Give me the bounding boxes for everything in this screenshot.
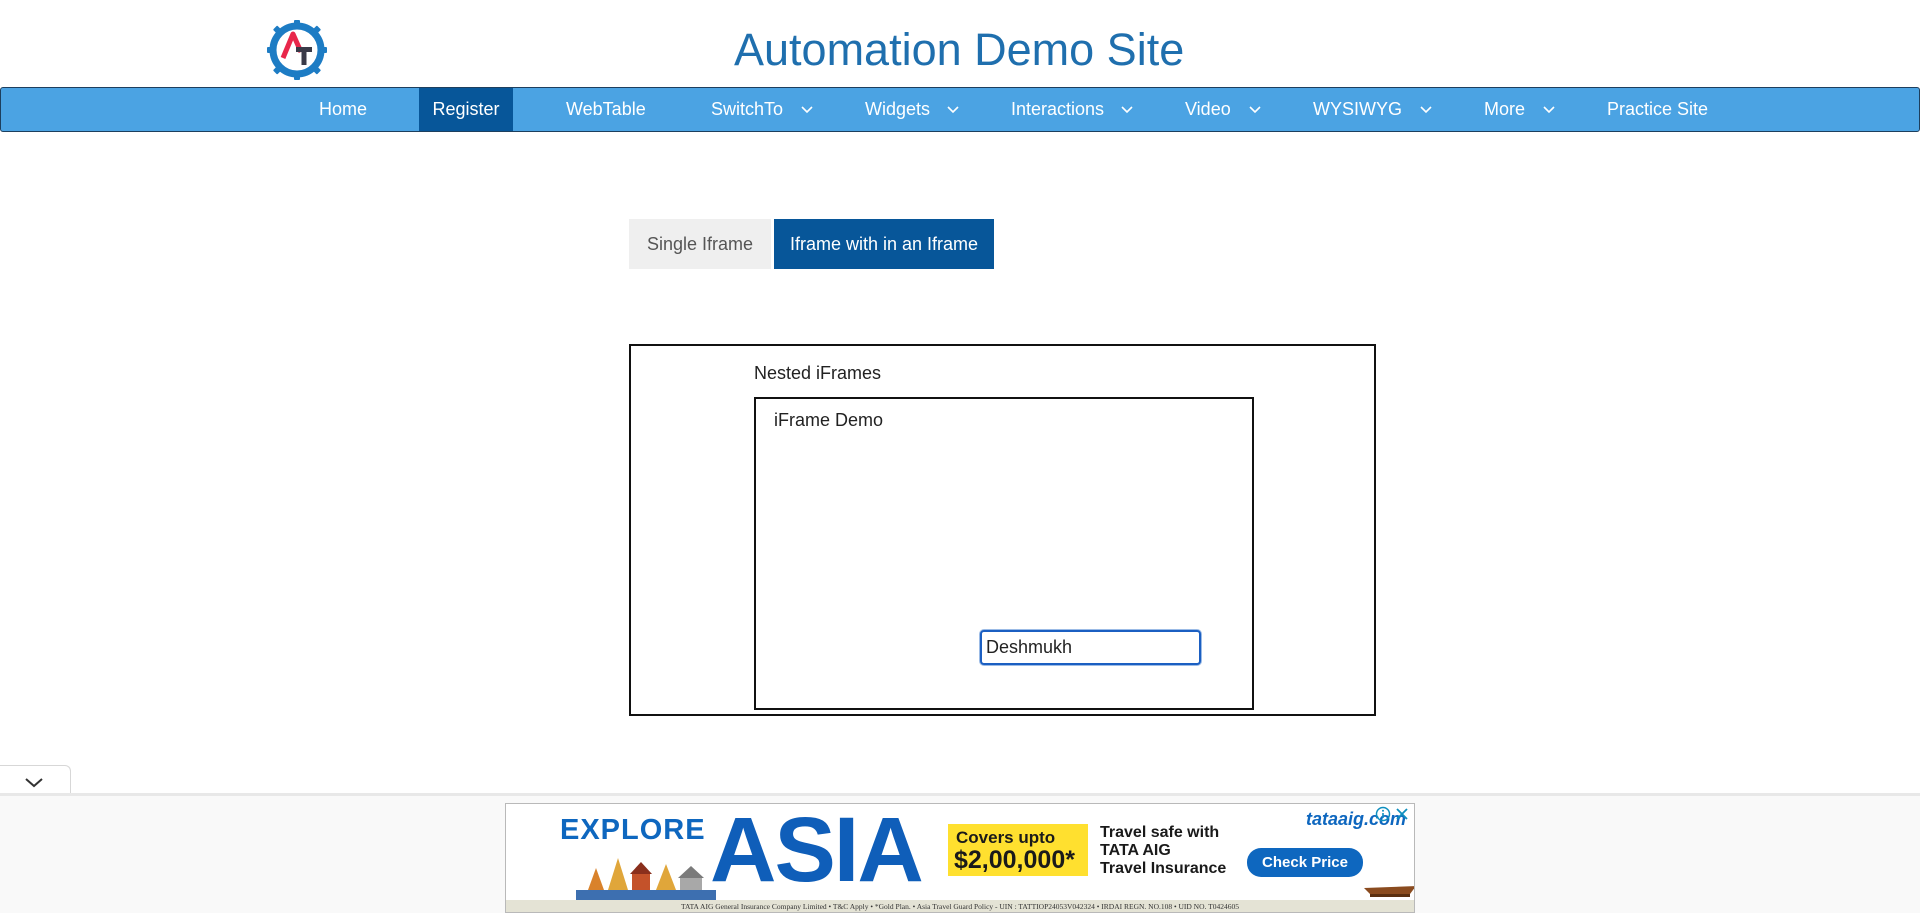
ad-headline-small: EXPLORE bbox=[560, 814, 706, 846]
site-title: Automation Demo Site bbox=[734, 24, 1185, 75]
tab-single-iframe[interactable]: Single Iframe bbox=[629, 219, 771, 269]
nav-register[interactable]: Register bbox=[419, 88, 513, 131]
info-icon[interactable] bbox=[1375, 806, 1391, 822]
tab-iframe-within-iframe[interactable]: Iframe with in an Iframe bbox=[774, 219, 994, 269]
chevron-down-icon[interactable] bbox=[946, 88, 960, 131]
ad-travel-line-2: TATA AIG bbox=[1100, 842, 1171, 859]
site-header: Automation Demo Site bbox=[0, 0, 1920, 87]
ad-brand[interactable]: tataaig.com bbox=[1306, 809, 1406, 830]
boat-illustration-icon bbox=[1364, 886, 1414, 897]
ad-covers-label: Covers upto bbox=[956, 828, 1056, 847]
outer-iframe-heading: Nested iFrames bbox=[754, 363, 882, 383]
iframe-text-input[interactable] bbox=[980, 630, 1201, 665]
nav-switchto[interactable]: SwitchTo bbox=[711, 88, 783, 131]
ad-check-price-button[interactable]: Check Price bbox=[1247, 848, 1363, 877]
nav-practice-site[interactable]: Practice Site bbox=[1607, 88, 1708, 131]
ad-covers-amount: $2,00,000* bbox=[954, 846, 1075, 874]
gear-logo-icon[interactable] bbox=[266, 18, 328, 82]
ad-disclaimer: TATA AIG General Insurance Company Limit… bbox=[506, 900, 1414, 912]
chevron-down-icon[interactable] bbox=[24, 775, 44, 789]
nav-webtable[interactable]: WebTable bbox=[566, 88, 646, 131]
chevron-down-icon[interactable] bbox=[1419, 88, 1433, 131]
chevron-down-icon[interactable] bbox=[1542, 88, 1556, 131]
ad-travel-text: Travel safe with TATA AIG Travel Insuran… bbox=[1100, 824, 1250, 878]
chevron-down-icon[interactable] bbox=[800, 88, 814, 131]
skyline-illustration-icon bbox=[576, 858, 716, 900]
nav-home[interactable]: Home bbox=[319, 88, 367, 131]
ad-travel-line-3: Travel Insurance bbox=[1100, 860, 1227, 877]
ad-banner[interactable]: EXPLORE ASIA Covers upto $2,00,000* Trav… bbox=[505, 803, 1415, 913]
chevron-down-icon[interactable] bbox=[1248, 88, 1262, 131]
close-icon[interactable] bbox=[1394, 806, 1410, 822]
nav-video[interactable]: Video bbox=[1185, 88, 1231, 131]
nav-interactions[interactable]: Interactions bbox=[1011, 88, 1104, 131]
ad-headline-big: ASIA bbox=[710, 803, 924, 901]
main-navbar: Home Register WebTable SwitchTo Widgets … bbox=[0, 87, 1920, 132]
nav-more[interactable]: More bbox=[1484, 88, 1525, 131]
nav-wysiwyg[interactable]: WYSIWYG bbox=[1313, 88, 1402, 131]
ad-covers-box: Covers upto $2,00,000* bbox=[948, 824, 1088, 876]
nav-widgets[interactable]: Widgets bbox=[865, 88, 930, 131]
ad-travel-line-1: Travel safe with bbox=[1100, 824, 1220, 841]
chevron-down-icon[interactable] bbox=[1120, 88, 1134, 131]
inner-iframe-heading: iFrame Demo bbox=[774, 410, 884, 430]
